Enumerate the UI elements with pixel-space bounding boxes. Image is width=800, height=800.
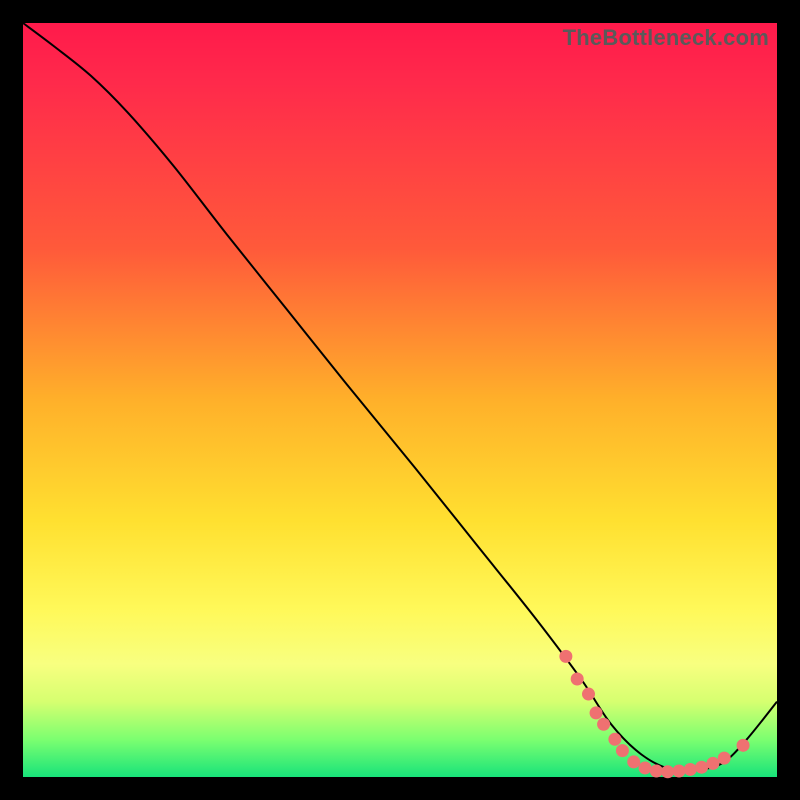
bottleneck-curve	[23, 23, 777, 771]
data-point	[672, 764, 685, 777]
plot-area: TheBottleneck.com	[23, 23, 777, 777]
data-markers	[559, 650, 749, 778]
data-point	[661, 765, 674, 778]
data-point	[582, 688, 595, 701]
data-point	[559, 650, 572, 663]
data-point	[571, 672, 584, 685]
data-point	[718, 752, 731, 765]
data-point	[695, 761, 708, 774]
data-point	[627, 755, 640, 768]
data-point	[616, 744, 629, 757]
data-point	[639, 761, 652, 774]
data-point	[684, 763, 697, 776]
data-point	[597, 718, 610, 731]
data-point	[590, 706, 603, 719]
data-point	[706, 757, 719, 770]
chart-svg	[23, 23, 777, 777]
data-point	[608, 733, 621, 746]
data-point	[650, 764, 663, 777]
data-point	[737, 739, 750, 752]
chart-frame: TheBottleneck.com	[0, 0, 800, 800]
